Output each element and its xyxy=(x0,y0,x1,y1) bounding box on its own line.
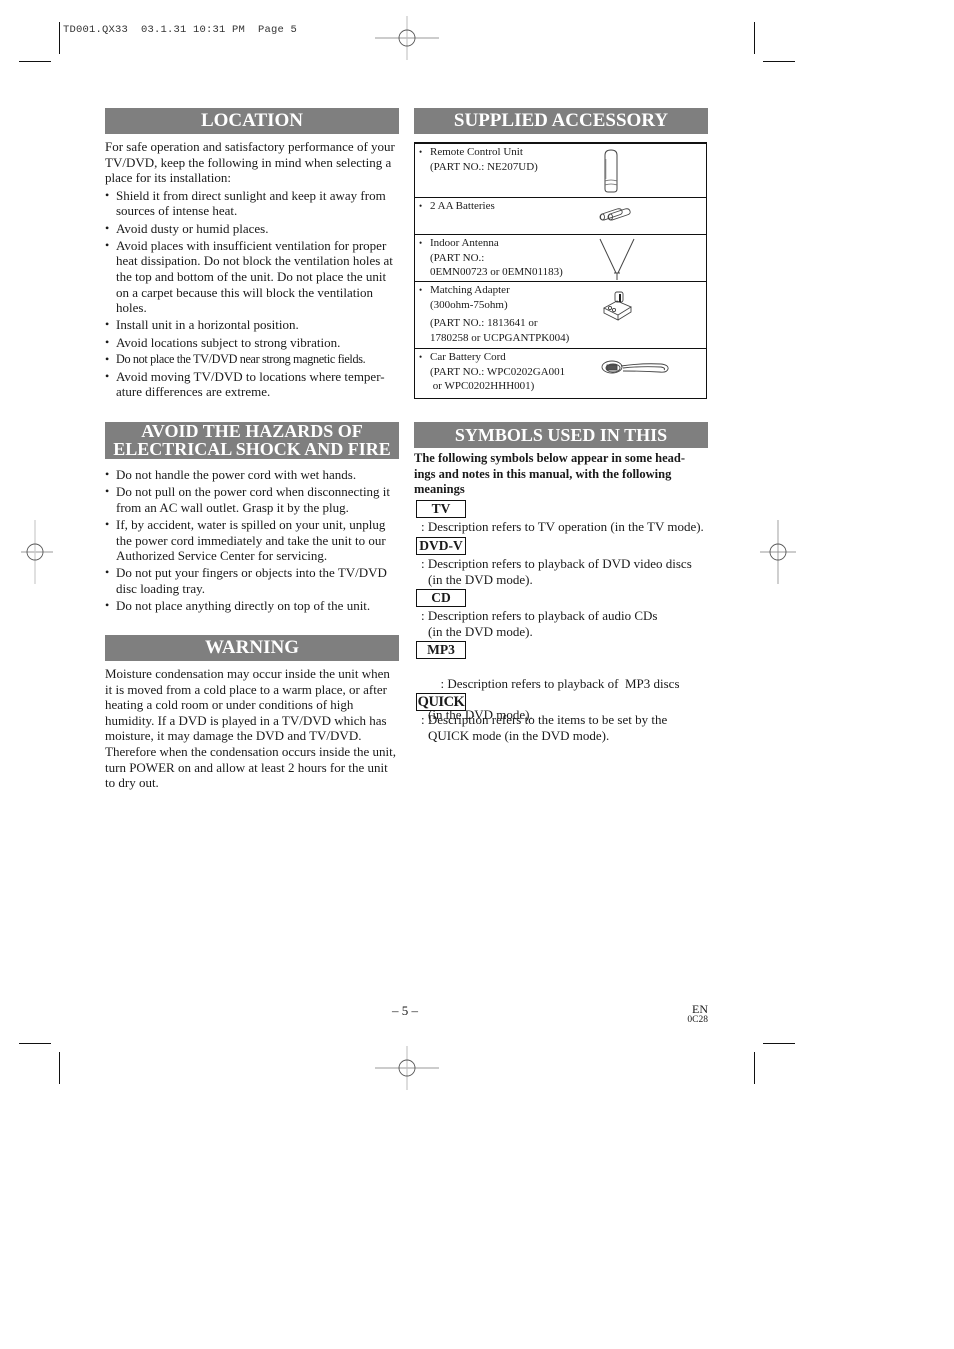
file-slug: TD001.QX33 03.1.31 10:31 PM Page 5 xyxy=(63,24,298,36)
crop-mark-top-right-v xyxy=(754,22,756,54)
symbol-desc: : Description refers to TV operation (in… xyxy=(421,519,704,534)
symbol-desc: : Description refers to playback of audi… xyxy=(416,608,716,639)
registration-mark-left xyxy=(21,520,53,584)
accessory-name: 2 AA Batteries xyxy=(419,199,706,214)
footer-code: 0C28 xyxy=(687,1015,708,1025)
hazards-heading-line1: AVOID THE HAZARDS OF xyxy=(141,421,363,441)
accessory-row: 2 AA Batteries xyxy=(415,197,706,234)
symbol-desc-line2: (in the DVD mode). xyxy=(428,623,533,639)
list-item: Do not handle the power cord with wet ha… xyxy=(105,467,401,483)
symbol-desc-line1: : Description refers to playback of MP3 … xyxy=(440,675,680,691)
accessory-name: Indoor Antenna xyxy=(419,236,706,251)
accessory-part: (PART NO.: xyxy=(430,251,485,264)
antenna-icon xyxy=(599,238,635,280)
remote-control-icon xyxy=(604,149,618,193)
warning-text: Moisture condensation may occur inside t… xyxy=(105,666,396,791)
hazards-list: Do not handle the power cord with wet ha… xyxy=(105,467,401,614)
hazards-body: Do not handle the power cord with wet ha… xyxy=(105,467,401,615)
symbol-desc: : Description refers to playback of DVD … xyxy=(416,556,716,587)
symbols-heading: SYMBOLS USED IN THIS MANUAL xyxy=(414,422,708,471)
symbol-desc-line2: (in the DVD mode). xyxy=(428,571,533,587)
accessory-row: Remote Control Unit (PART NO.: NE207UD) xyxy=(415,144,706,197)
list-item: Avoid locations subject to strong vibrat… xyxy=(105,335,401,351)
accessory-row: Car Battery Cord (PART NO.: WPC0202GA001… xyxy=(415,348,706,398)
list-item: Do not place anything directly on top of… xyxy=(105,598,401,614)
location-body: For safe operation and satisfactory perf… xyxy=(105,139,401,402)
page-number: – 5 – xyxy=(392,1003,418,1018)
list-item: If, by accident, water is spilled on you… xyxy=(105,517,401,564)
accessory-name: Remote Control Unit xyxy=(419,145,706,160)
accessory-name: Matching Adapter xyxy=(419,283,706,298)
hazards-heading-line2: ELECTRICAL SHOCK AND FIRE xyxy=(113,438,391,459)
accessory-part: 1780258 or UCPGANTPK004) xyxy=(430,331,570,344)
adapter-icon xyxy=(603,291,632,321)
location-list: Shield it from direct sunlight and keep … xyxy=(105,188,401,400)
hazards-heading: AVOID THE HAZARDS OF ELECTRICAL SHOCK AN… xyxy=(105,422,399,459)
symbols-intro: The following symbols below appear in so… xyxy=(414,451,685,497)
symbol-desc-line1: : Description refers to playback of DVD … xyxy=(421,556,692,571)
crop-mark-bottom-right-v xyxy=(754,1052,756,1084)
symbol-desc-line1: : Description refers to the items to be … xyxy=(421,712,668,727)
list-item: Shield it from direct sunlight and keep … xyxy=(105,188,401,219)
location-heading: LOCATION xyxy=(105,108,399,134)
accessory-part: (PART NO.: NE207UD) xyxy=(430,160,538,173)
location-intro: For safe operation and satisfactory perf… xyxy=(105,139,395,186)
list-item: Install unit in a horizontal position. xyxy=(105,317,401,333)
crop-mark-bottom-left-v xyxy=(59,1052,61,1084)
registration-mark-right xyxy=(760,520,796,584)
registration-mark-top xyxy=(375,16,439,60)
crop-mark-top-left-h xyxy=(19,61,51,63)
list-item: Do not pull on the power cord when disco… xyxy=(105,484,401,515)
crop-mark-top-left-v xyxy=(59,22,61,54)
list-item: Do not put your fingers or objects into … xyxy=(105,565,401,596)
accessory-table: Remote Control Unit (PART NO.: NE207UD) … xyxy=(414,142,707,399)
accessory-heading: SUPPLIED ACCESSORY xyxy=(414,108,708,134)
symbol-label-quick: QUICK xyxy=(416,693,466,711)
symbol-item-tv: TV : Description refers to TV operation … xyxy=(416,500,716,535)
symbol-label-dvd-v: DVD-V xyxy=(416,537,466,555)
list-item: Avoid dusty or humid places. xyxy=(105,221,401,237)
symbol-item-cd: CD : Description refers to playback of a… xyxy=(416,589,716,639)
crop-mark-bottom-left-h xyxy=(19,1043,51,1045)
symbol-desc: : Description refers to the items to be … xyxy=(416,712,716,743)
symbol-item-dvd-v: DVD-V : Description refers to playback o… xyxy=(416,537,716,587)
list-item: Avoid places with insufficient ventilati… xyxy=(105,238,401,316)
warning-heading: WARNING xyxy=(105,635,399,661)
accessory-row: Indoor Antenna (PART NO.: 0EMN00723 or 0… xyxy=(415,234,706,281)
registration-mark-bottom xyxy=(375,1046,439,1090)
symbol-label-cd: CD xyxy=(416,589,466,607)
list-item: Do not place the TV/DVD near strong magn… xyxy=(105,352,401,368)
accessory-part: 0EMN00723 or 0EMN01183) xyxy=(430,266,563,278)
accessory-part: or WPC0202HHH001) xyxy=(430,380,535,392)
crop-mark-bottom-right-h xyxy=(763,1043,795,1045)
symbol-label-tv: TV xyxy=(416,500,466,518)
accessory-part: (300ohm-75ohm) xyxy=(430,298,508,311)
batteries-icon xyxy=(599,208,631,221)
accessory-part: (PART NO.: 1813641 or xyxy=(430,317,538,329)
list-item: Avoid moving TV/DVD to locations where t… xyxy=(105,369,401,400)
crop-mark-top-right-h xyxy=(763,61,795,63)
symbol-label-mp3: MP3 xyxy=(416,641,466,659)
symbol-desc-line2: QUICK mode (in the DVD mode). xyxy=(428,727,610,743)
symbol-item-quick: QUICK : Description refers to the items … xyxy=(416,693,716,743)
cord-icon xyxy=(601,360,669,374)
accessory-row: Matching Adapter (300ohm-75ohm) (PART NO… xyxy=(415,281,706,348)
symbol-desc-line1: : Description refers to playback of audi… xyxy=(421,608,658,623)
